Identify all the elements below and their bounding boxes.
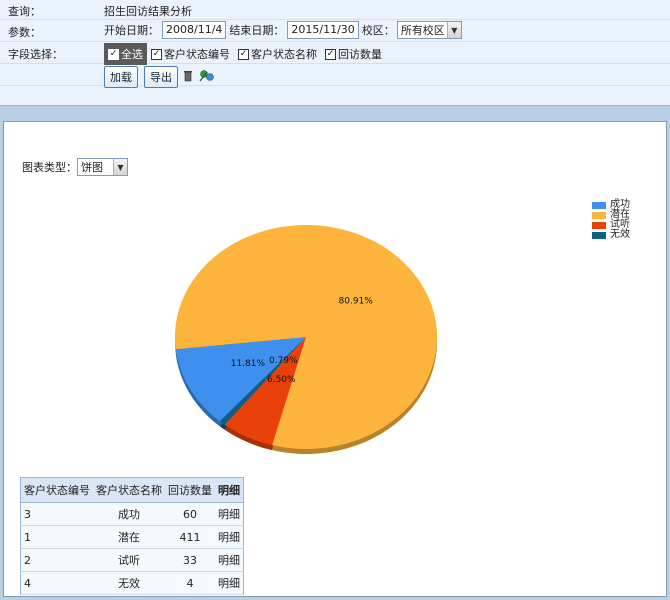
load-button[interactable]: 加载 [104, 66, 138, 88]
chart-panel: 图表类型： 饼图 ▼ 6.50% 0.79% 11.81% 80.91% 成功 潜在 … [3, 121, 667, 597]
field-checkbox-status-id[interactable]: ✓ 客户状态编号 [151, 46, 230, 62]
trash-icon[interactable] [184, 70, 192, 85]
legend-swatch [592, 221, 606, 229]
end-date-label: 结束日期： [229, 24, 285, 37]
start-date-label: 开始日期： [104, 24, 159, 37]
cell-status-name: 成功 [93, 502, 165, 526]
toolbar-row: 加载 导出 [0, 64, 670, 88]
legend-swatch [592, 201, 606, 209]
select-all-checkbox[interactable]: ✓ 全选 [104, 43, 147, 65]
spacer-row [0, 86, 670, 106]
field-label: 回访数量 [338, 48, 382, 61]
table-row: 2 试听 33 明细 [20, 548, 244, 572]
data-label-success: 11.81% [231, 359, 266, 369]
col-header-status-name[interactable]: 客户状态名称 [93, 477, 165, 503]
cell-status-id: 3 [20, 502, 93, 526]
result-table: 客户状态编号 客户状态名称 回访数量 明细 3 成功 60 明细 1 潜在 41… [20, 477, 244, 595]
user-settings-icon[interactable] [198, 69, 216, 85]
detail-link[interactable]: 明细 [215, 571, 244, 595]
field-checkbox-visit-count[interactable]: ✓ 回访数量 [325, 46, 382, 62]
legend-item-invalid: 无效 [592, 230, 630, 240]
export-button[interactable]: 导出 [144, 66, 178, 88]
cell-status-name: 试听 [93, 548, 165, 572]
cell-status-name: 无效 [93, 571, 165, 595]
start-date-input[interactable]: 2008/11/4 [162, 21, 227, 39]
cell-visit-count: 33 [165, 548, 215, 572]
fields-label: 字段选择： [8, 48, 63, 61]
select-all-label: 全选 [121, 48, 143, 61]
detail-link[interactable]: 明细 [215, 525, 244, 549]
checkbox-checked-icon: ✓ [108, 48, 119, 60]
field-label: 客户状态名称 [251, 48, 317, 61]
query-label: 查询： [8, 5, 41, 18]
end-date-input[interactable]: 2015/11/30 [287, 21, 359, 39]
campus-select-value: 所有校区 [400, 24, 445, 37]
fields-row: 字段选择： ✓ 全选 ✓ 客户状态编号 ✓ 客户状态名称 ✓ 回访数量 [0, 42, 670, 65]
data-label-trial: 6.50% [267, 375, 296, 385]
col-header-status-id[interactable]: 客户状态编号 [20, 477, 93, 503]
detail-link[interactable]: 明细 [215, 548, 244, 572]
cell-status-id: 2 [20, 548, 93, 572]
pie-chart: 6.50% 0.79%11.81% 80.91% [174, 225, 437, 455]
query-row: 查询： 招生回访结果分析 [0, 0, 670, 20]
col-header-visit-count[interactable]: 回访数量 [165, 477, 215, 503]
checkbox-checked-icon: ✓ [238, 48, 249, 60]
chevron-down-icon[interactable]: ▼ [446, 22, 461, 38]
table-row: 1 潜在 411 明细 [20, 525, 244, 549]
params-row: 参数： 开始日期： 2008/11/4 结束日期： 2015/11/30 校区：… [0, 20, 670, 42]
table-header-row: 客户状态编号 客户状态名称 回访数量 明细 [20, 477, 244, 503]
checkbox-checked-icon: ✓ [325, 48, 336, 60]
params-label: 参数： [8, 26, 41, 39]
campus-label: 校区： [361, 24, 395, 37]
checkbox-checked-icon: ✓ [151, 48, 162, 60]
campus-select[interactable]: 所有校区 ▼ [396, 21, 462, 39]
cell-status-id: 1 [20, 525, 93, 549]
cell-status-name: 潜在 [93, 525, 165, 549]
field-checkbox-status-name[interactable]: ✓ 客户状态名称 [238, 46, 317, 62]
legend-swatch [592, 231, 606, 239]
cell-status-id: 4 [20, 571, 93, 595]
query-title: 招生回访结果分析 [104, 5, 192, 18]
col-header-detail: 明细 [215, 477, 244, 503]
legend-swatch [592, 211, 606, 219]
data-label-potential: 80.91% [339, 297, 374, 307]
query-panel: 查询： 招生回访结果分析 参数： 开始日期： 2008/11/4 结束日期： 2… [0, 0, 670, 106]
cell-visit-count: 60 [165, 502, 215, 526]
legend-label: 无效 [610, 229, 630, 240]
field-label: 客户状态编号 [164, 48, 230, 61]
cell-visit-count: 411 [165, 525, 215, 549]
data-label-invalid: 0.79% [269, 356, 298, 366]
detail-link[interactable]: 明细 [215, 502, 244, 526]
chart-legend: 成功 潜在 试听 无效 [592, 200, 630, 240]
table-row: 4 无效 4 明细 [20, 571, 244, 595]
table-row: 3 成功 60 明细 [20, 502, 244, 526]
cell-visit-count: 4 [165, 571, 215, 595]
